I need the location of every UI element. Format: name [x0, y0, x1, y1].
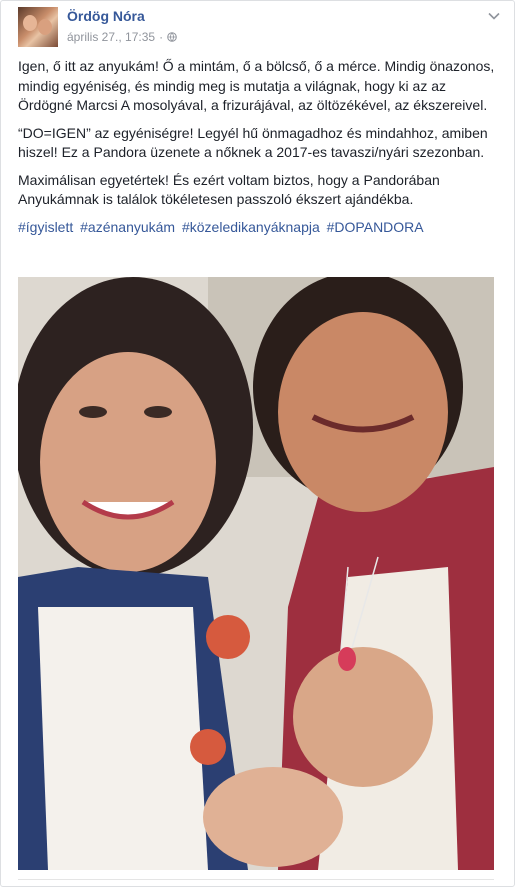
- post-paragraph: “DO=IGEN” az egyéniségre! Legyél hű önma…: [18, 124, 488, 161]
- avatar-face: [23, 15, 37, 31]
- hashtag-link[interactable]: #azénanyukám: [80, 219, 175, 235]
- hashtag-link[interactable]: #DOPANDORA: [327, 219, 424, 235]
- chevron-down-icon[interactable]: [488, 11, 500, 21]
- avatar[interactable]: [18, 7, 58, 47]
- hashtag-link[interactable]: #közeledikanyáknapja: [182, 219, 320, 235]
- photo-illustration: [18, 277, 494, 870]
- author-name[interactable]: Ördög Nóra: [67, 8, 145, 24]
- post-meta: április 27., 17:35 ·: [67, 30, 177, 44]
- avatar-face: [38, 19, 52, 35]
- meta-separator: ·: [159, 30, 164, 44]
- post-paragraph: Maximálisan egyetértek! És ezért voltam …: [18, 171, 440, 208]
- globe-icon[interactable]: [167, 32, 177, 42]
- hashtag-list: #ígyislett #azénanyukám #közeledikanyákn…: [18, 218, 502, 238]
- post-photo[interactable]: [18, 277, 494, 870]
- post-paragraph: Igen, ő itt az anyukám! Ő a mintám, ő a …: [18, 58, 495, 113]
- footer-divider: [18, 879, 494, 880]
- post-card: Ördög Nóra április 27., 17:35 · Igen, ő …: [0, 0, 515, 887]
- post-timestamp[interactable]: április 27., 17:35: [67, 30, 155, 44]
- post-body: Igen, ő itt az anyukám! Ő a mintám, ő a …: [18, 57, 502, 237]
- hashtag-link[interactable]: #ígyislett: [18, 219, 73, 235]
